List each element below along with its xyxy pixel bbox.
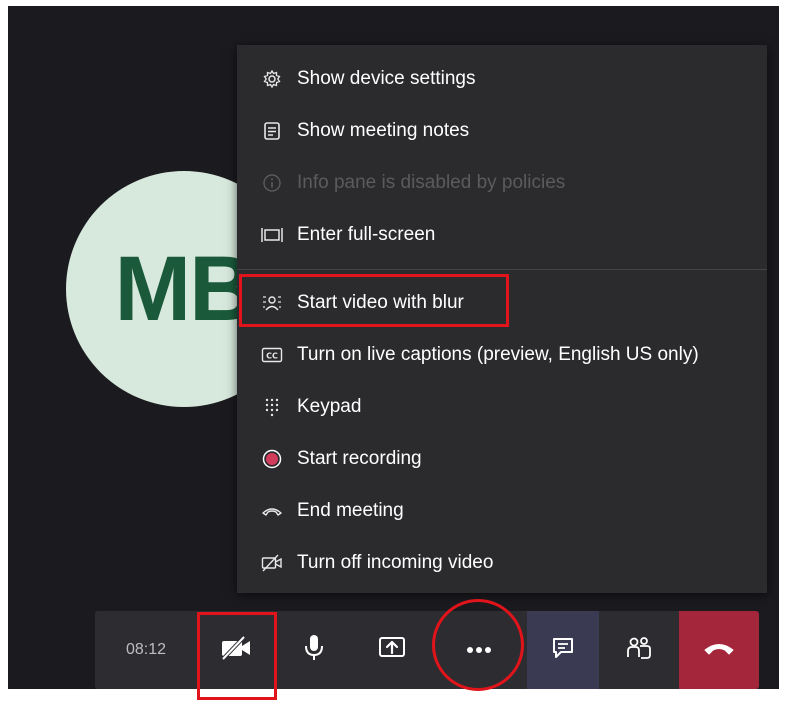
participants-icon: [626, 635, 652, 666]
menu-item-full-screen[interactable]: Enter full-screen: [237, 209, 767, 261]
microphone-button[interactable]: [275, 611, 353, 689]
avatar-initials: MB: [114, 237, 255, 340]
menu-item-incoming-video[interactable]: Turn off incoming video: [237, 537, 767, 589]
gear-icon: [261, 68, 283, 90]
highlight-blur-option: [239, 274, 509, 327]
fullscreen-icon: [261, 224, 283, 246]
info-icon: [261, 172, 283, 194]
meeting-toolbar: 08:12: [95, 611, 759, 689]
menu-item-label: Show device settings: [297, 68, 476, 89]
share-screen-button[interactable]: [353, 611, 431, 689]
hang-up-button[interactable]: [679, 611, 759, 689]
menu-item-label: Keypad: [297, 396, 362, 417]
microphone-icon: [304, 634, 324, 667]
notes-icon: [261, 120, 283, 142]
chat-button[interactable]: [527, 611, 599, 689]
menu-item-device-settings[interactable]: Show device settings: [237, 53, 767, 105]
menu-item-label: Turn on live captions (preview, English …: [297, 344, 699, 365]
menu-item-keypad[interactable]: Keypad: [237, 381, 767, 433]
menu-item-label: Info pane is disabled by policies: [297, 172, 566, 193]
svg-text:CC: CC: [266, 352, 278, 361]
menu-separator: [237, 269, 767, 270]
menu-item-label: Show meeting notes: [297, 120, 470, 141]
participants-button[interactable]: [599, 611, 679, 689]
highlight-camera-button: [197, 612, 277, 700]
end-call-icon: [261, 500, 283, 522]
menu-item-label: Enter full-screen: [297, 224, 436, 245]
share-screen-icon: [378, 636, 406, 665]
video-off-icon: [261, 552, 283, 574]
timer-text: 08:12: [125, 641, 167, 658]
keypad-icon: [261, 396, 283, 418]
chat-icon: [551, 636, 575, 665]
menu-item-meeting-notes[interactable]: Show meeting notes: [237, 105, 767, 157]
captions-icon: CC: [261, 344, 283, 366]
menu-item-end-meeting[interactable]: End meeting: [237, 485, 767, 537]
menu-item-start-recording[interactable]: Start recording: [237, 433, 767, 485]
hang-up-icon: [703, 640, 735, 661]
menu-item-info-pane: Info pane is disabled by policies: [237, 157, 767, 209]
menu-item-label: Start recording: [297, 448, 422, 469]
call-timer: 08:12: [95, 611, 197, 689]
menu-item-live-captions[interactable]: CC Turn on live captions (preview, Engli…: [237, 329, 767, 381]
menu-item-label: End meeting: [297, 500, 404, 521]
menu-item-label: Turn off incoming video: [297, 552, 494, 573]
highlight-more-options: [432, 599, 524, 691]
record-icon: [261, 448, 283, 470]
